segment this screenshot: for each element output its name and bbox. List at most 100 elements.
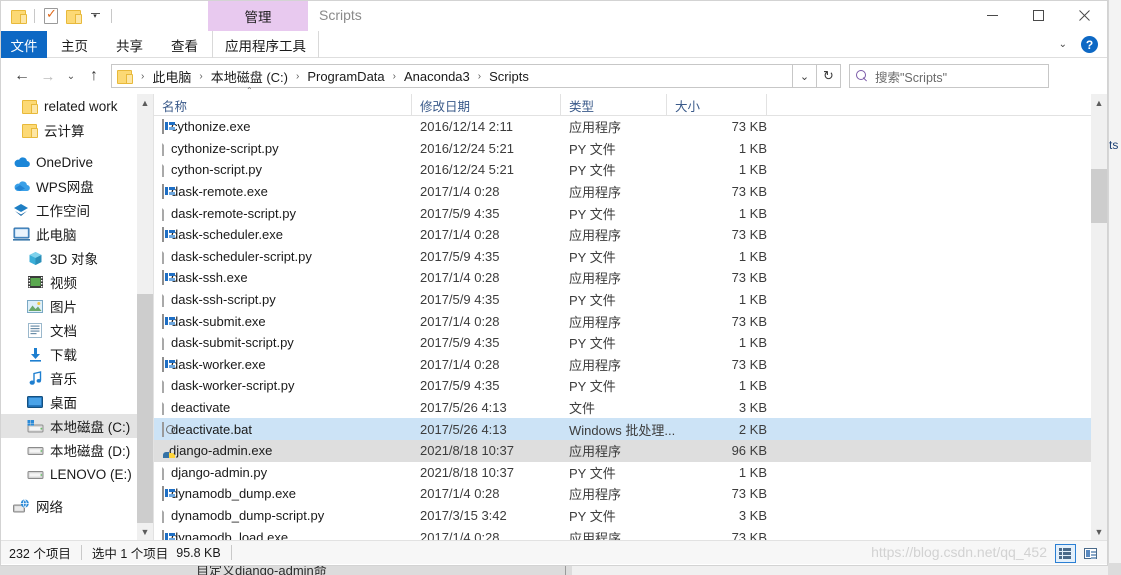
table-row[interactable]: dask-ssh.exe 2017/1/4 0:28 应用程序 73 KB [154,267,1107,289]
file-name-cell: dask-remote.exe [162,184,396,200]
file-name-cell: dask-ssh.exe [162,270,396,286]
breadcrumb-scripts[interactable]: Scripts [486,69,532,84]
sidebar-item-14[interactable]: 本地磁盘 (D:) [1,438,153,462]
sidebar-item-7[interactable]: 视频 [1,270,153,294]
sidebar-item-5[interactable]: 此电脑 [1,222,153,246]
table-row[interactable]: dask-ssh-script.py 2017/5/9 4:35 PY 文件 1 KB [154,289,1107,311]
column-header-name-label: 名称 [162,99,188,114]
recent-locations-button[interactable]: ⌄ [61,63,81,89]
table-row[interactable]: deactivate.bat 2017/5/26 4:13 Windows 批处理.… [154,418,1107,440]
table-row[interactable]: dask-worker-script.py 2017/5/9 4:35 PY 文件 1… [154,375,1107,397]
file-name-cell: deactivate.bat [162,421,396,437]
scroll-down-icon[interactable]: ▼ [137,523,153,540]
table-row[interactable]: dynamodb_dump-script.py 2017/3/15 3:42 PY … [154,505,1107,527]
breadcrumb-separator-1[interactable]: › [194,71,207,82]
new-folder-icon[interactable] [62,5,84,27]
file-size-cell: 3 KB [738,507,767,523]
tab-file[interactable]: 文件 [1,31,47,58]
scroll-up-icon[interactable]: ▲ [137,94,153,111]
address-bar[interactable]: › 此电脑 › 本地磁盘 (C:) › ProgramData › Anacon… [111,64,793,88]
file-list-scrollbar[interactable]: ▲ ▼ [1091,94,1107,540]
breadcrumb-anaconda3[interactable]: Anaconda3 [401,69,473,84]
file-size-cell: 73 KB [731,486,767,502]
sidebar-item-6[interactable]: 3D 对象 [1,246,153,270]
breadcrumb-programdata[interactable]: ProgramData [304,69,387,84]
table-row[interactable]: cythonize-script.py 2016/12/24 5:21 PY 文件 1… [154,138,1107,160]
table-row[interactable]: cython-script.py 2016/12/24 5:21 PY 文件 1 KB [154,159,1107,181]
background-window-right [1108,0,1121,575]
table-row[interactable]: cythonize.exe 2016/12/14 2:11 应用程序 73 KB [154,116,1107,138]
breadcrumb-separator-0[interactable]: › [136,71,149,82]
column-header-type[interactable]: 类型 [561,94,667,116]
large-icons-view-button[interactable] [1080,544,1101,563]
scroll-down-icon[interactable]: ▼ [1091,523,1107,540]
file-type-cell: 应用程序 [569,120,622,136]
table-row[interactable]: dask-scheduler.exe 2017/1/4 0:28 应用程序 73 KB [154,224,1107,246]
minimize-button[interactable] [969,1,1015,30]
forward-button[interactable]: → [35,63,61,89]
table-row[interactable]: dask-remote.exe 2017/1/4 0:28 应用程序 73 KB [154,181,1107,203]
file-size-cell: 73 KB [731,270,767,286]
sidebar-item-15[interactable]: LENOVO (E:) [1,462,153,486]
table-row[interactable]: django-admin.py 2021/8/18 10:37 PY 文件 1 KB [154,462,1107,484]
column-header-name[interactable]: ⌃ 名称 [154,86,412,116]
search-box[interactable]: 搜索"Scripts" [849,64,1049,88]
refresh-button[interactable]: ↻ [817,64,841,88]
breadcrumb-separator-2[interactable]: › [291,71,304,82]
sidebar-item-11[interactable]: 音乐 [1,366,153,390]
tab-share[interactable]: 共享 [102,31,157,58]
sidebar-item-2[interactable]: OneDrive [1,150,153,174]
file-list-scrollbar-thumb[interactable] [1091,169,1107,223]
column-header-row: ⌃ 名称 修改日期 类型 大小 [154,86,1107,116]
table-row[interactable]: dask-worker.exe 2017/1/4 0:28 应用程序 73 KB [154,354,1107,376]
search-input[interactable]: 搜索"Scripts" [875,67,947,86]
tab-view[interactable]: 查看 [157,31,212,58]
sidebar-item-12[interactable]: 桌面 [1,390,153,414]
navigation-scrollbar[interactable]: ▲ ▼ [137,94,153,540]
sidebar-item-1[interactable]: 云计算 [1,118,153,142]
sidebar-item-8[interactable]: 图片 [1,294,153,318]
table-row[interactable]: dask-submit-script.py 2017/5/9 4:35 PY 文件 1… [154,332,1107,354]
back-button[interactable]: ← [9,63,35,89]
table-row[interactable]: dask-scheduler-script.py 2017/5/9 4:35 PY … [154,246,1107,268]
tab-home[interactable]: 主页 [47,31,102,58]
file-date-cell: 2017/5/9 4:35 [420,205,500,221]
table-row[interactable]: dynamodb_dump.exe 2017/1/4 0:28 应用程序 73 KB [154,483,1107,505]
sidebar-item-9[interactable]: 文档 [1,318,153,342]
column-header-date-modified[interactable]: 修改日期 [412,94,561,116]
up-button[interactable]: ↑ [81,63,107,89]
details-view-button[interactable] [1055,544,1076,563]
maximize-button[interactable] [1015,1,1061,30]
ribbon-tab-bar: 文件 主页 共享 查看 应用程序工具 ⌄ ? [1,31,1107,58]
contextual-tab-manage[interactable]: 管理 [208,1,308,31]
file-name-cell: django-admin.exe [162,443,396,459]
tab-application-tools[interactable]: 应用程序工具 [212,31,319,58]
close-button[interactable] [1061,1,1107,30]
table-row[interactable]: django-admin.exe 2021/8/18 10:37 应用程序 96 KB [154,439,1107,462]
sidebar-item-13[interactable]: 本地磁盘 (C:) [1,414,153,438]
sidebar-item-4[interactable]: 工作空间 [1,198,153,222]
sidebar-item-3[interactable]: WPS网盘 [1,174,153,198]
watermark: https://blog.csdn.net/qq_452 [871,544,1047,560]
folder-icon[interactable] [7,5,29,27]
sidebar-item-16[interactable]: 网络 [1,494,153,518]
sidebar-item-0[interactable]: related work [1,94,153,118]
properties-icon[interactable] [40,5,62,27]
table-row[interactable]: dask-remote-script.py 2017/5/9 4:35 PY 文件 1… [154,202,1107,224]
navigation-scrollbar-thumb[interactable] [137,294,153,539]
chevron-down-icon[interactable]: ⌄ [1053,39,1073,50]
drive-icon [25,465,45,483]
exe-icon [162,184,164,200]
table-row[interactable]: deactivate 2017/5/26 4:13 文件 3 KB [154,397,1107,419]
breadcrumb-local-disk-c[interactable]: 本地磁盘 (C:) [208,67,291,86]
column-header-size[interactable]: 大小 [667,94,767,116]
breadcrumb-separator-4[interactable]: › [473,71,486,82]
table-row[interactable]: dask-submit.exe 2017/1/4 0:28 应用程序 73 KB [154,310,1107,332]
help-icon[interactable]: ? [1081,36,1098,53]
scroll-up-icon[interactable]: ▲ [1091,94,1107,111]
breadcrumb-this-pc[interactable]: 此电脑 [149,67,194,86]
chevron-down-icon[interactable]: ▾ [84,5,106,27]
breadcrumb-separator-3[interactable]: › [388,71,401,82]
address-dropdown-button[interactable]: ⌄ [793,64,817,88]
sidebar-item-10[interactable]: 下载 [1,342,153,366]
